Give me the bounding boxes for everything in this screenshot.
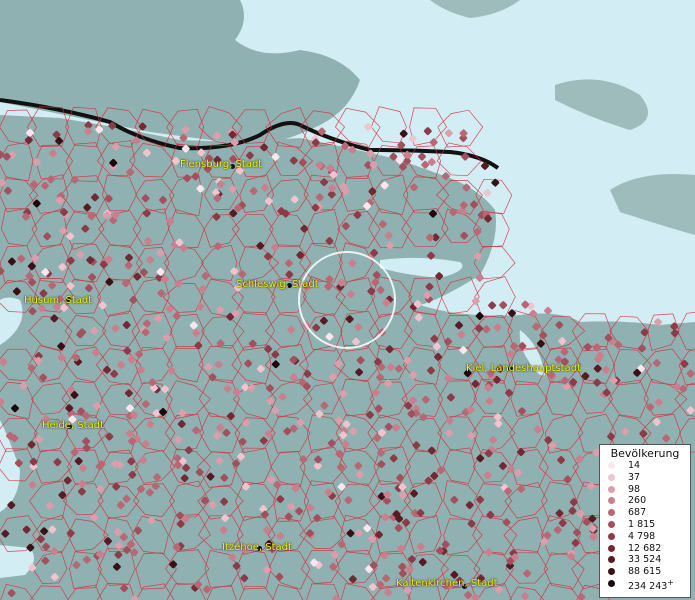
legend-swatch bbox=[608, 462, 615, 469]
legend-label: 4 798 bbox=[628, 530, 656, 542]
legend-swatch bbox=[608, 579, 615, 587]
legend-swatch bbox=[608, 532, 615, 540]
legend-label: 260 bbox=[628, 495, 647, 507]
legend-title: Bevölkerung bbox=[610, 447, 680, 460]
population-legend: Bevölkerung 14 37 98 260 687 1 815 4 798 12 682… bbox=[599, 444, 691, 598]
legend-item: 1 815 bbox=[600, 519, 690, 531]
city-label-kiel[interactable]: Kiel, Landeshauptstadt bbox=[466, 363, 581, 374]
legend-swatch bbox=[608, 544, 615, 552]
legend-swatch bbox=[608, 485, 615, 493]
legend-item: 98 bbox=[600, 484, 690, 496]
legend-label: 33 524 bbox=[628, 554, 662, 566]
legend-item: 12 682 bbox=[600, 543, 690, 555]
legend-item: 260 bbox=[600, 495, 690, 507]
legend-item: 37 bbox=[600, 472, 690, 484]
legend-swatch bbox=[608, 520, 615, 528]
legend-item: 687 bbox=[600, 507, 690, 519]
legend-label: 12 682 bbox=[628, 542, 662, 554]
legend-label: 1 815 bbox=[628, 518, 656, 530]
city-label-schleswig[interactable]: Schleswig, Stadt bbox=[236, 279, 319, 290]
legend-label: 687 bbox=[628, 507, 647, 519]
legend-swatch bbox=[608, 556, 615, 564]
city-label-flensburg[interactable]: Flensburg, Stadt bbox=[180, 159, 262, 170]
legend-label: 234 243+ bbox=[628, 577, 674, 593]
legend-items: 14 37 98 260 687 1 815 4 798 12 682 33 524 88 615… bbox=[600, 460, 690, 593]
legend-suffix: + bbox=[667, 577, 674, 587]
legend-label: 88 615 bbox=[628, 566, 662, 578]
legend-swatch bbox=[608, 568, 615, 576]
legend-label: 98 bbox=[628, 483, 641, 495]
legend-swatch bbox=[608, 473, 615, 481]
legend-item: 234 243+ bbox=[600, 577, 690, 593]
city-label-husum[interactable]: Husum, Stadt bbox=[24, 295, 92, 306]
city-label-kaltenkirchen[interactable]: Kaltenkirchen, Stadt bbox=[396, 578, 498, 589]
legend-item: 33 524 bbox=[600, 554, 690, 566]
legend-item: 14 bbox=[600, 460, 690, 472]
legend-item: 4 798 bbox=[600, 531, 690, 543]
city-label-itzehoe[interactable]: Itzehoe, Stadt bbox=[222, 542, 292, 553]
legend-swatch bbox=[608, 509, 615, 517]
focus-circle bbox=[298, 251, 396, 349]
legend-swatch bbox=[608, 497, 615, 505]
legend-item: 88 615 bbox=[600, 566, 690, 578]
legend-label: 37 bbox=[628, 471, 641, 483]
city-label-heide[interactable]: Heide, Stadt bbox=[42, 420, 104, 431]
legend-label: 14 bbox=[628, 460, 641, 471]
